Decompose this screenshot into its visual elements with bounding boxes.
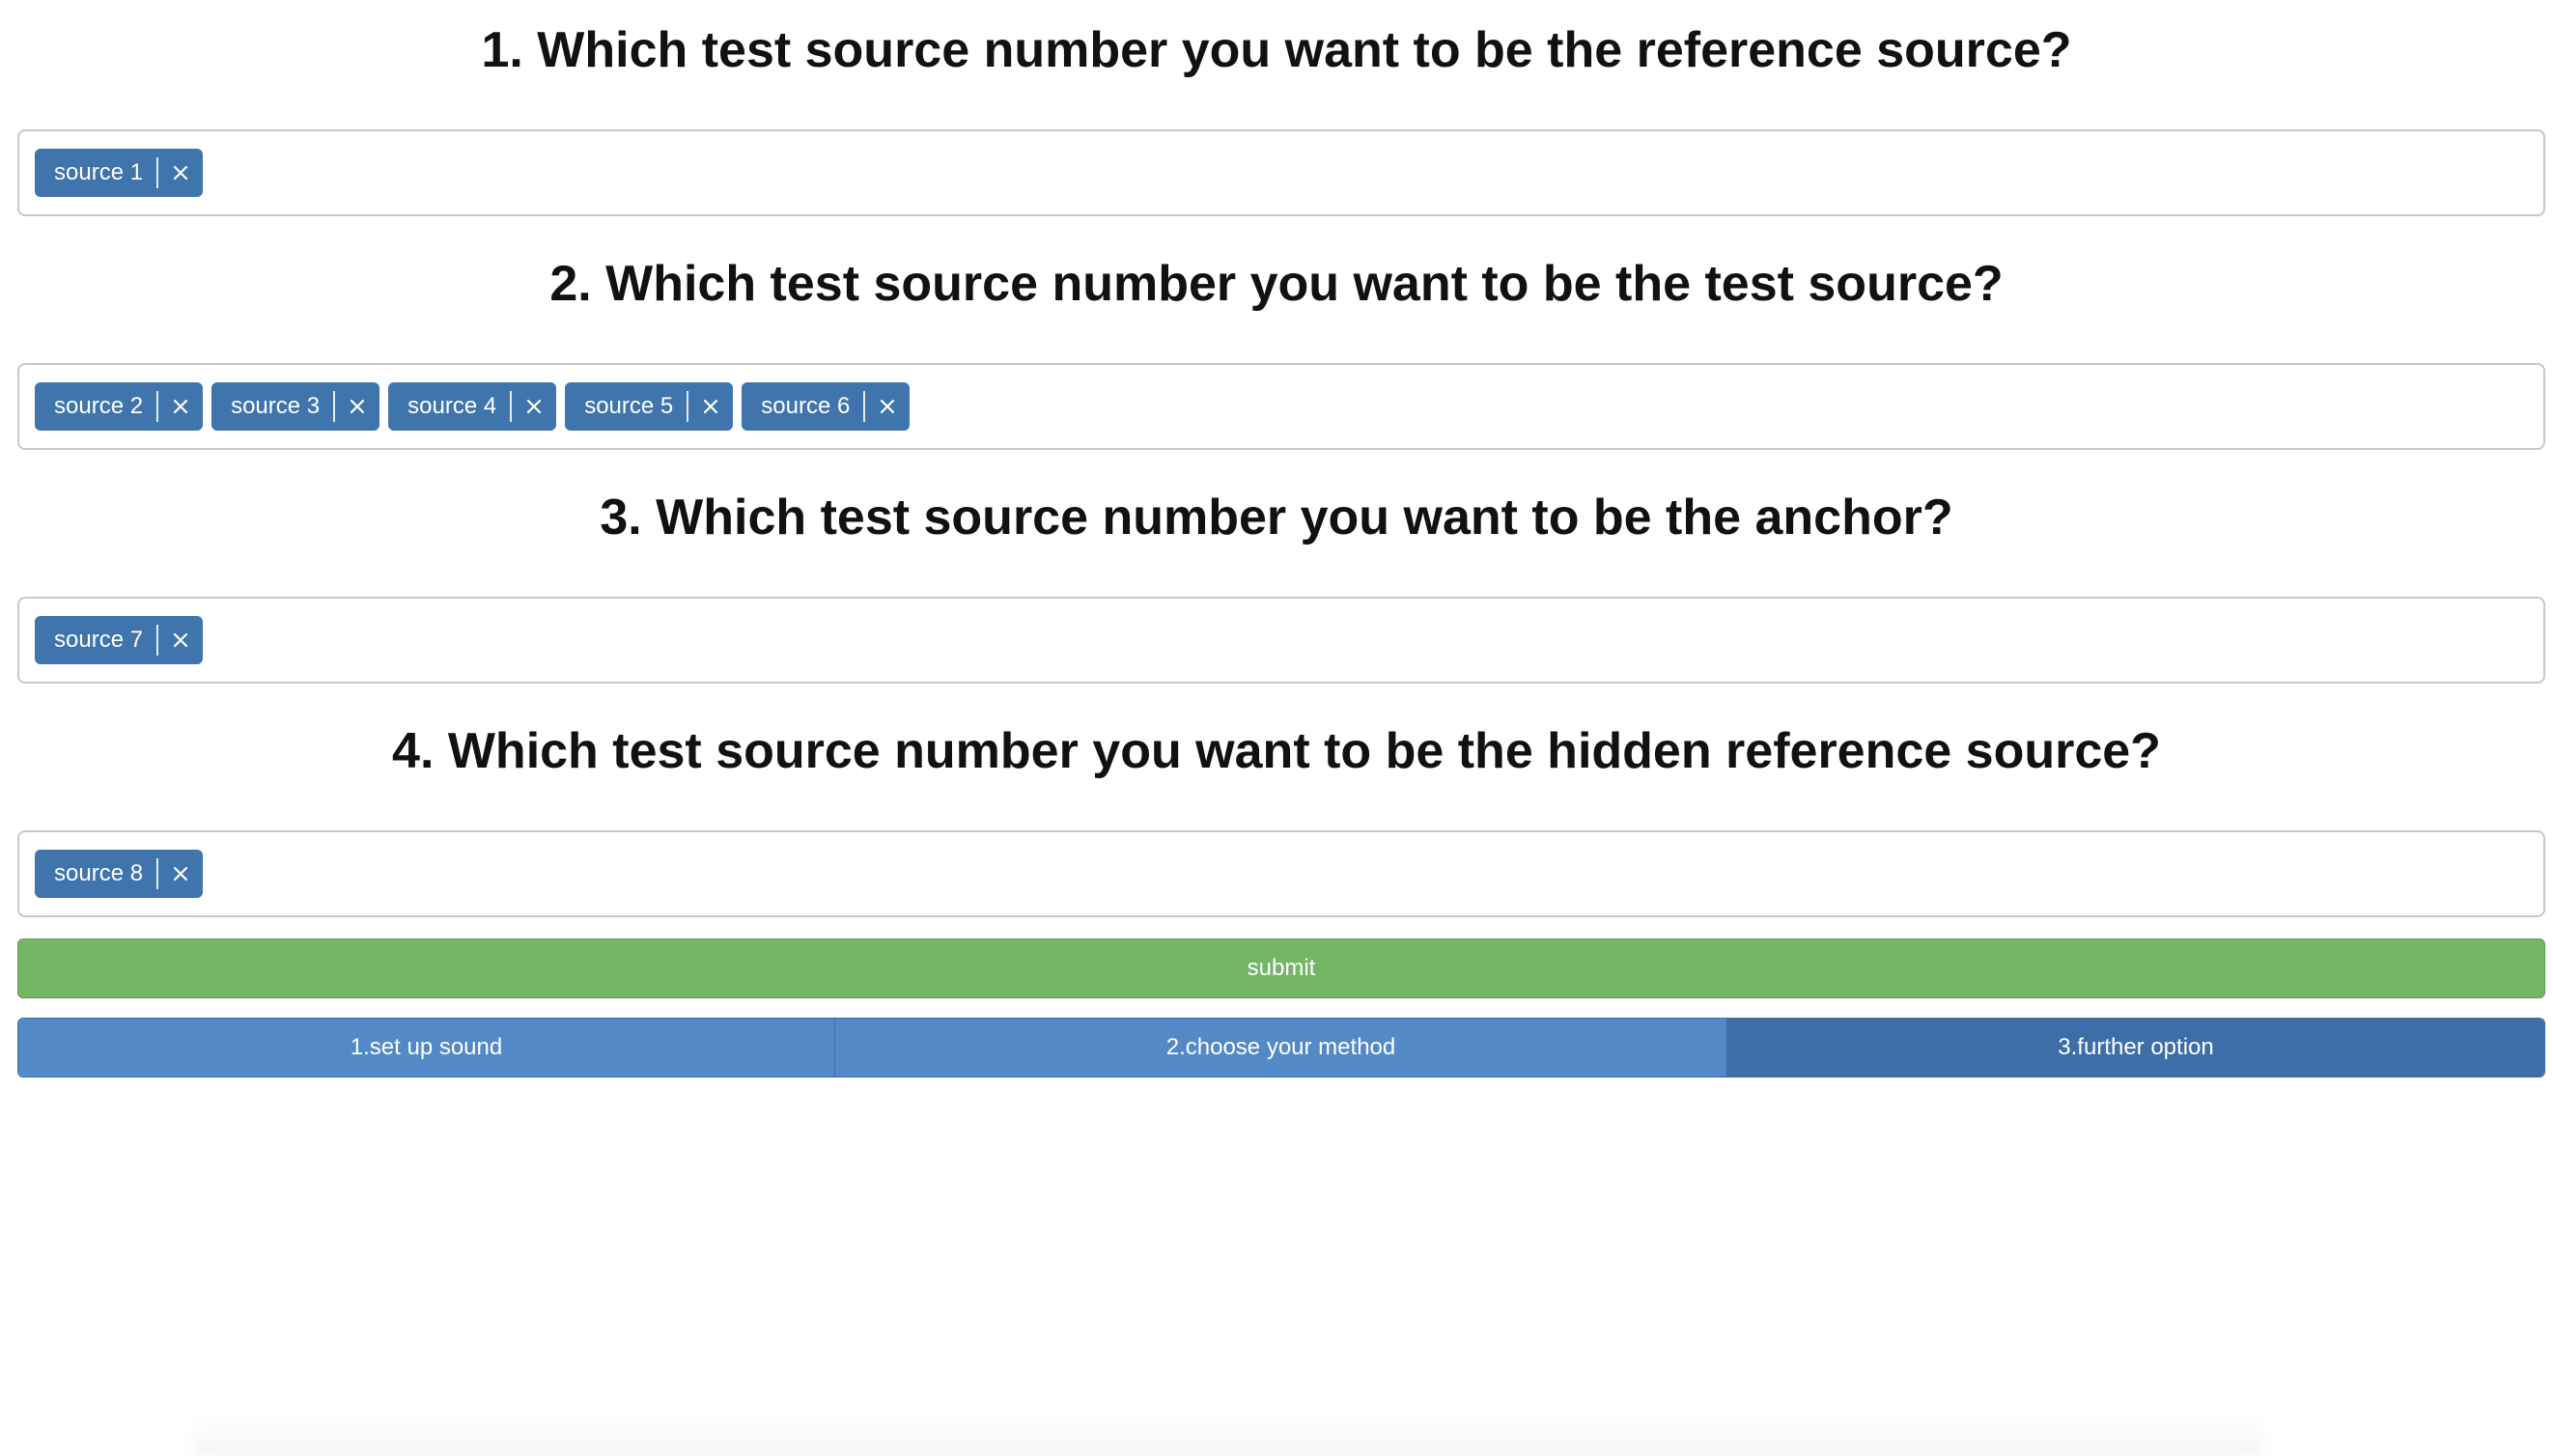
tag-separator bbox=[156, 157, 159, 188]
steps-nav: 1.set up sound 2.choose your method 3.fu… bbox=[17, 1018, 2545, 1078]
close-icon bbox=[173, 399, 188, 414]
question-4-title: 4. Which test source number you want to … bbox=[392, 723, 2161, 779]
tag-separator bbox=[863, 391, 866, 422]
tag-remove-button[interactable] bbox=[865, 382, 910, 431]
tag-separator bbox=[156, 858, 159, 889]
close-icon bbox=[173, 632, 188, 648]
question-4-multiselect[interactable]: source 8 bbox=[17, 830, 2545, 917]
tag-label: source 6 bbox=[761, 393, 851, 419]
tag-label: source 4 bbox=[407, 393, 497, 419]
question-1-title: 1. Which test source number you want to … bbox=[481, 22, 2072, 78]
tag-source-4: source 4 bbox=[388, 382, 557, 431]
step-set-up-sound[interactable]: 1.set up sound bbox=[18, 1019, 834, 1077]
close-icon bbox=[351, 399, 365, 414]
tag-separator bbox=[156, 391, 159, 422]
page: 1. Which test source number you want to … bbox=[0, 0, 2553, 1456]
close-icon bbox=[173, 165, 188, 181]
tag-source-6: source 6 bbox=[742, 382, 911, 431]
tag-source-3: source 3 bbox=[211, 382, 380, 431]
tag-source-7: source 7 bbox=[35, 616, 204, 664]
tag-remove-button[interactable] bbox=[335, 382, 379, 431]
question-3-title: 3. Which test source number you want to … bbox=[600, 490, 1953, 546]
submit-button[interactable]: submit bbox=[17, 938, 2545, 998]
tag-remove-button[interactable] bbox=[158, 149, 203, 197]
tag-label: source 3 bbox=[231, 393, 321, 419]
question-3-multiselect[interactable]: source 7 bbox=[17, 597, 2545, 684]
tag-separator bbox=[333, 391, 336, 422]
tag-remove-button[interactable] bbox=[512, 382, 556, 431]
tag-source-1: source 1 bbox=[35, 149, 204, 197]
question-2-title: 2. Which test source number you want to … bbox=[549, 256, 2004, 312]
tag-source-2: source 2 bbox=[35, 382, 204, 431]
step-further-option[interactable]: 3.further option bbox=[1726, 1019, 2544, 1077]
tag-remove-button[interactable] bbox=[158, 850, 203, 898]
tag-separator bbox=[510, 391, 513, 422]
tag-separator bbox=[687, 391, 689, 422]
tag-label: source 5 bbox=[584, 393, 674, 419]
tag-label: source 2 bbox=[54, 393, 144, 419]
tag-label: source 1 bbox=[54, 159, 144, 185]
step-choose-method[interactable]: 2.choose your method bbox=[834, 1019, 1726, 1077]
close-icon bbox=[527, 399, 542, 414]
tag-remove-button[interactable] bbox=[158, 616, 203, 664]
question-1-multiselect[interactable]: source 1 bbox=[17, 129, 2545, 216]
tag-remove-button[interactable] bbox=[688, 382, 733, 431]
close-icon bbox=[704, 399, 718, 414]
question-2-multiselect[interactable]: source 2 source 3 source 4 source 5 sour… bbox=[17, 363, 2545, 450]
tag-source-8: source 8 bbox=[35, 850, 204, 898]
tag-source-5: source 5 bbox=[565, 382, 734, 431]
bottom-shadow bbox=[193, 1417, 2263, 1456]
tag-separator bbox=[156, 625, 159, 656]
tag-label: source 8 bbox=[54, 860, 144, 886]
tag-label: source 7 bbox=[54, 627, 144, 653]
tag-remove-button[interactable] bbox=[158, 382, 203, 431]
close-icon bbox=[881, 399, 895, 414]
close-icon bbox=[173, 866, 188, 882]
